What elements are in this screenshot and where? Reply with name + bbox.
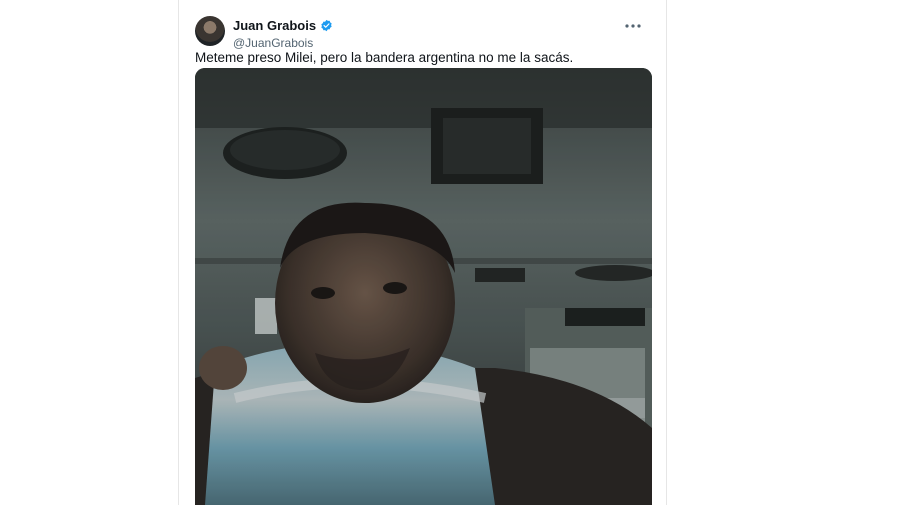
tweet-text: Meteme preso Milei, pero la bandera arge… [195, 50, 574, 65]
author-info: Juan Grabois @JuanGrabois [233, 17, 333, 51]
display-name-link[interactable]: Juan Grabois [233, 18, 333, 33]
avatar[interactable] [195, 16, 225, 46]
selfie-photo-icon [195, 68, 652, 505]
tweet-card: Juan Grabois @JuanGrabois Meteme preso M… [179, 0, 666, 505]
display-name: Juan Grabois [233, 18, 317, 33]
more-options-icon[interactable] [624, 22, 642, 30]
frame-border-right [666, 0, 667, 505]
verified-badge-icon [321, 19, 332, 32]
tweet-media-photo[interactable] [195, 68, 652, 505]
